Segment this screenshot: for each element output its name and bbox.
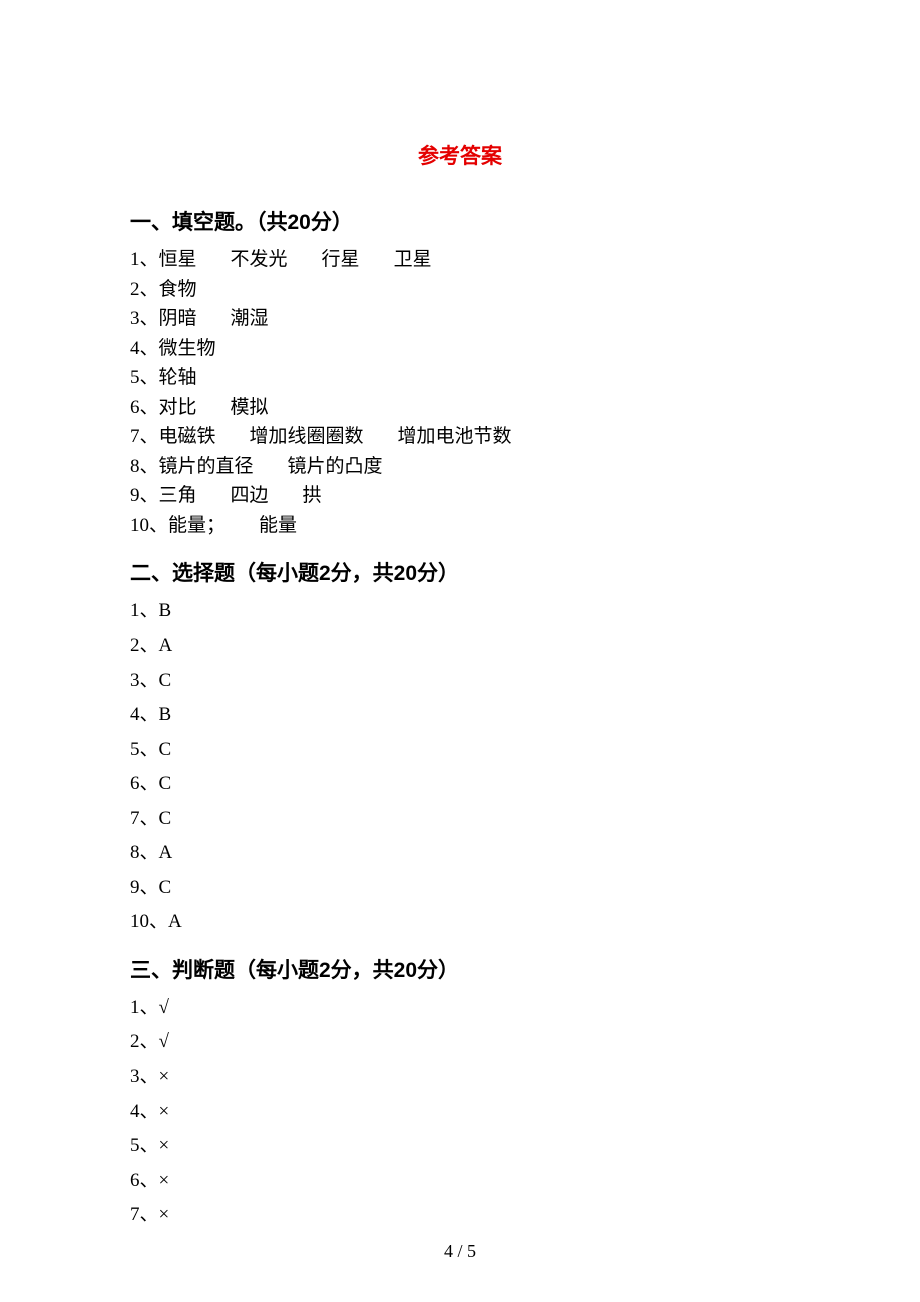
answer-part: 增加线圈圈数 bbox=[250, 426, 364, 447]
answer-num: 10 bbox=[130, 515, 149, 536]
answer-line: 1、恒星不发光行星卫星 bbox=[130, 246, 790, 274]
answer-line: 2、食物 bbox=[130, 276, 790, 304]
answer-part: × bbox=[159, 1066, 170, 1087]
answer-part: 不发光 bbox=[231, 249, 288, 270]
answer-num: 4 bbox=[130, 338, 140, 359]
answer-line: 3、阴暗潮湿 bbox=[130, 305, 790, 333]
answer-part: 行星 bbox=[322, 249, 360, 270]
answer-num: 3 bbox=[130, 1066, 140, 1087]
answer-num: 8 bbox=[130, 842, 140, 863]
answer-line: 1、B bbox=[130, 597, 790, 625]
answer-num: 2 bbox=[130, 1031, 140, 1052]
answer-line: 9、C bbox=[130, 874, 790, 902]
answer-part: 能量 bbox=[259, 515, 297, 536]
answer-part: A bbox=[159, 635, 173, 656]
answer-part: 镜片的凸度 bbox=[288, 456, 383, 477]
answer-part: 拱 bbox=[303, 485, 322, 506]
answer-part: 恒星 bbox=[159, 249, 197, 270]
answer-line: 8、A bbox=[130, 839, 790, 867]
page-title: 参考答案 bbox=[130, 140, 790, 170]
answer-line: 6、对比模拟 bbox=[130, 394, 790, 422]
answer-num: 3 bbox=[130, 670, 140, 691]
answer-line: 6、× bbox=[130, 1167, 790, 1195]
answer-line: 7、C bbox=[130, 805, 790, 833]
answer-num: 1 bbox=[130, 600, 140, 621]
answer-part: 镜片的直径 bbox=[159, 456, 254, 477]
section-heading-2: 二、选择题（每小题2分，共20分） bbox=[130, 557, 790, 587]
answer-part: √ bbox=[159, 1031, 169, 1052]
answer-part: C bbox=[159, 808, 172, 829]
answer-num: 4 bbox=[130, 704, 140, 725]
answer-num: 6 bbox=[130, 773, 140, 794]
answer-line: 4、× bbox=[130, 1098, 790, 1126]
section-heading-1: 一、填空题。（共20分） bbox=[130, 206, 790, 236]
answer-part: 对比 bbox=[159, 397, 197, 418]
answer-num: 5 bbox=[130, 739, 140, 760]
answer-part: × bbox=[159, 1101, 170, 1122]
answer-part: A bbox=[159, 842, 173, 863]
answer-num: 1 bbox=[130, 997, 140, 1018]
answer-num: 8 bbox=[130, 456, 140, 477]
answer-line: 1、√ bbox=[130, 994, 790, 1022]
answer-part: C bbox=[159, 739, 172, 760]
answer-line: 5、× bbox=[130, 1132, 790, 1160]
answer-num: 7 bbox=[130, 1204, 140, 1225]
answer-part: C bbox=[159, 670, 172, 691]
answer-part: × bbox=[159, 1135, 170, 1156]
page-number: 4 / 5 bbox=[0, 1241, 920, 1262]
section-heading-3: 三、判断题（每小题2分，共20分） bbox=[130, 954, 790, 984]
answer-line: 9、三角四边拱 bbox=[130, 482, 790, 510]
answer-part: 能量； bbox=[168, 515, 225, 536]
answer-part: 四边 bbox=[231, 485, 269, 506]
answer-part: C bbox=[159, 877, 172, 898]
answer-part: × bbox=[159, 1204, 170, 1225]
answer-part: 轮轴 bbox=[159, 367, 197, 388]
answer-part: B bbox=[159, 704, 172, 725]
answer-part: A bbox=[168, 911, 182, 932]
answer-part: 增加电池节数 bbox=[398, 426, 512, 447]
answer-num: 9 bbox=[130, 877, 140, 898]
answer-line: 3、C bbox=[130, 667, 790, 695]
answer-part: 卫星 bbox=[394, 249, 432, 270]
answer-part: 食物 bbox=[159, 279, 197, 300]
answer-num: 4 bbox=[130, 1101, 140, 1122]
answer-line: 2、A bbox=[130, 632, 790, 660]
answer-num: 5 bbox=[130, 367, 140, 388]
answer-line: 8、镜片的直径镜片的凸度 bbox=[130, 453, 790, 481]
answer-line: 5、轮轴 bbox=[130, 364, 790, 392]
answer-line: 7、× bbox=[130, 1201, 790, 1229]
answer-part: × bbox=[159, 1170, 170, 1191]
answer-part: 模拟 bbox=[231, 397, 269, 418]
answer-num: 2 bbox=[130, 635, 140, 656]
answer-line: 6、C bbox=[130, 770, 790, 798]
answer-part: 电磁铁 bbox=[159, 426, 216, 447]
answer-num: 3 bbox=[130, 308, 140, 329]
answer-line: 7、电磁铁增加线圈圈数增加电池节数 bbox=[130, 423, 790, 451]
document-page: 参考答案 一、填空题。（共20分） 1、恒星不发光行星卫星 2、食物 3、阴暗潮… bbox=[0, 0, 920, 1302]
answer-part: 微生物 bbox=[159, 338, 216, 359]
answer-num: 10 bbox=[130, 911, 149, 932]
answer-part: √ bbox=[159, 997, 169, 1018]
answer-part: 阴暗 bbox=[159, 308, 197, 329]
answer-num: 6 bbox=[130, 397, 140, 418]
answer-line: 3、× bbox=[130, 1063, 790, 1091]
answer-line: 10、A bbox=[130, 908, 790, 936]
answer-num: 7 bbox=[130, 426, 140, 447]
answer-part: 潮湿 bbox=[231, 308, 269, 329]
answer-line: 2、√ bbox=[130, 1028, 790, 1056]
answer-num: 7 bbox=[130, 808, 140, 829]
answer-part: C bbox=[159, 773, 172, 794]
answer-line: 4、B bbox=[130, 701, 790, 729]
answer-part: B bbox=[159, 600, 172, 621]
answer-part: 三角 bbox=[159, 485, 197, 506]
answer-num: 1 bbox=[130, 249, 140, 270]
answer-num: 5 bbox=[130, 1135, 140, 1156]
answer-num: 2 bbox=[130, 279, 140, 300]
answer-num: 9 bbox=[130, 485, 140, 506]
answer-line: 10、能量；能量 bbox=[130, 512, 790, 540]
answer-line: 4、微生物 bbox=[130, 335, 790, 363]
answer-num: 6 bbox=[130, 1170, 140, 1191]
answer-line: 5、C bbox=[130, 736, 790, 764]
